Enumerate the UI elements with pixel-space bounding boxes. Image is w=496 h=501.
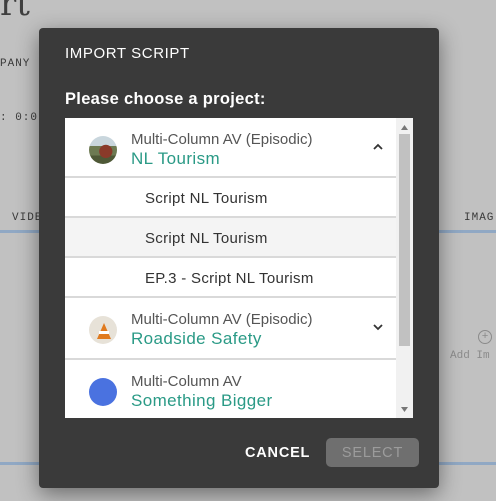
project-item-something-bigger[interactable]: Multi-Column AV Something Bigger	[65, 360, 396, 418]
project-item-roadside-safety[interactable]: Multi-Column AV (Episodic) Roadside Safe…	[65, 298, 396, 360]
project-list-content: Multi-Column AV (Episodic) NL Tourism Sc…	[65, 118, 396, 418]
dialog-title: IMPORT SCRIPT	[65, 45, 190, 62]
project-name-label: Roadside Safety	[131, 329, 262, 348]
nl-tourism-thumbnail-icon	[89, 136, 117, 164]
project-type-label: Multi-Column AV (Episodic)	[131, 311, 313, 328]
scroll-down-arrow-icon[interactable]	[396, 402, 413, 416]
chevron-up-icon[interactable]	[371, 140, 385, 154]
script-item-label: Script NL Tourism	[145, 230, 268, 247]
triangle-up-icon	[401, 124, 408, 130]
background-page-title: rt	[0, 0, 30, 24]
project-name-label: NL Tourism	[131, 149, 221, 168]
list-scrollbar[interactable]	[396, 118, 413, 418]
background-time-label: : 0:0	[0, 112, 39, 124]
background-image-column-header: IMAG	[464, 212, 495, 224]
traffic-cone-thumbnail-icon	[89, 316, 117, 344]
import-script-dialog: IMPORT SCRIPT Please choose a project: M…	[39, 28, 439, 488]
background-add-image-label: Add Im	[450, 350, 490, 362]
plus-circle-icon: +	[478, 330, 492, 344]
script-item-label: EP.3 - Script NL Tourism	[145, 270, 314, 287]
background-video-column-header: VIDE	[12, 212, 43, 224]
cancel-button[interactable]: CANCEL	[239, 438, 313, 468]
script-item-label: Script NL Tourism	[145, 190, 268, 207]
script-item[interactable]: Script NL Tourism	[65, 178, 396, 218]
project-name-label: Something Bigger	[131, 391, 273, 410]
triangle-down-icon	[401, 406, 408, 412]
script-item[interactable]: EP.3 - Script NL Tourism	[65, 258, 396, 298]
project-type-label: Multi-Column AV	[131, 373, 242, 390]
project-item-nl-tourism[interactable]: Multi-Column AV (Episodic) NL Tourism	[65, 118, 396, 178]
project-type-label: Multi-Column AV (Episodic)	[131, 131, 313, 148]
select-button[interactable]: SELECT	[326, 438, 419, 467]
project-list[interactable]: Multi-Column AV (Episodic) NL Tourism Sc…	[65, 118, 413, 418]
traffic-cone-stripe	[99, 331, 109, 334]
blue-circle-avatar-icon	[89, 378, 117, 406]
script-item[interactable]: Script NL Tourism	[65, 218, 396, 258]
chevron-down-icon[interactable]	[371, 320, 385, 334]
dialog-prompt: Please choose a project:	[65, 90, 266, 108]
scroll-up-arrow-icon[interactable]	[396, 120, 413, 134]
background-add-image: + Add Im	[450, 330, 496, 362]
scrollbar-thumb[interactable]	[399, 134, 410, 346]
